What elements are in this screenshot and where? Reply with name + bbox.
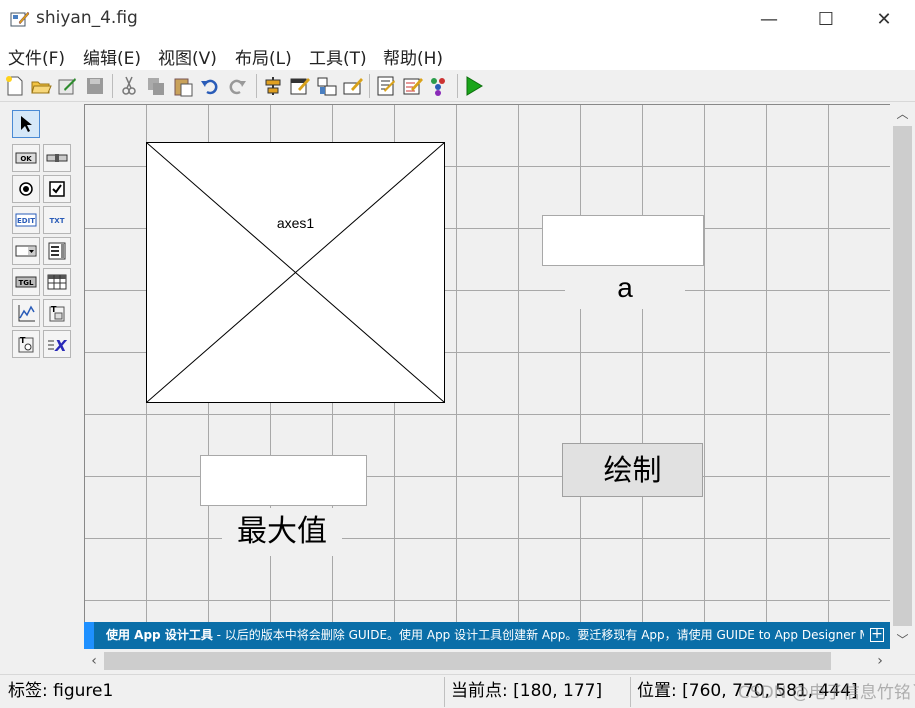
toolbar (0, 70, 915, 102)
window-title: shiyan_4.fig (36, 8, 138, 28)
toolbar-separator (256, 74, 257, 98)
menu-file[interactable]: 文件(F) (8, 44, 65, 69)
table-icon[interactable] (43, 268, 71, 296)
close-button[interactable]: ✕ (855, 0, 913, 38)
property-inspector-icon[interactable] (402, 75, 424, 97)
csdn-watermark: CSDN @电子信息竹铭丫 (738, 683, 915, 703)
toolbar-separator (112, 74, 113, 98)
push-button-label: OK (20, 155, 32, 163)
minimize-icon: — (760, 8, 778, 30)
guide-fig-icon (10, 10, 30, 28)
draw-button[interactable]: 绘制 (562, 443, 703, 497)
panel-icon[interactable]: T (43, 299, 71, 327)
status-current-point: 当前点: [180, 177] (451, 681, 603, 701)
horizontal-scrollbar[interactable]: ‹ › (84, 650, 890, 672)
listbox-icon[interactable] (43, 237, 71, 265)
vertical-scroll-thumb[interactable] (893, 126, 912, 626)
cut-icon[interactable] (118, 75, 140, 97)
expand-icon[interactable]: + (870, 627, 884, 642)
horizontal-scroll-thumb[interactable] (104, 652, 831, 670)
edit-a-field[interactable] (542, 215, 704, 266)
redo-icon[interactable] (226, 75, 248, 97)
scroll-down-icon[interactable]: ﹀ (890, 630, 915, 650)
axes-icon[interactable] (12, 299, 40, 327)
undo-icon[interactable] (199, 75, 221, 97)
activex-icon[interactable]: X (43, 330, 71, 358)
align-icon[interactable] (262, 75, 284, 97)
copy-icon[interactable] (145, 75, 167, 97)
toolbar-editor-icon[interactable] (342, 75, 364, 97)
close-icon: ✕ (876, 8, 892, 30)
maximize-button[interactable]: ☐ (797, 0, 855, 38)
run-icon[interactable] (463, 75, 485, 97)
menu-edit[interactable]: 编辑(E) (83, 44, 141, 69)
status-divider (630, 677, 631, 707)
open-folder-icon[interactable] (30, 75, 52, 97)
button-group-icon[interactable]: T (12, 330, 40, 358)
banner-bold-text: 使用 App 设计工具 (106, 628, 213, 642)
popup-menu-icon[interactable] (12, 237, 40, 265)
save-disabled-icon[interactable] (84, 75, 106, 97)
text-max-label[interactable]: 最大值 (222, 508, 342, 556)
radio-button-icon[interactable] (12, 175, 40, 203)
status-divider (444, 677, 445, 707)
menu-editor-icon[interactable] (289, 75, 311, 97)
status-tag: 标签: figure1 (8, 681, 114, 701)
guide-deprecation-banner: 使用 App 设计工具 - 以后的版本中将会删除 GUIDE。使用 App 设计… (84, 622, 890, 649)
new-file-icon[interactable] (4, 75, 26, 97)
slider-icon[interactable] (43, 144, 71, 172)
menu-layout[interactable]: 布局(L) (235, 44, 292, 69)
toolbar-separator (369, 74, 370, 98)
toggle-button-icon[interactable]: TGL (12, 268, 40, 296)
axes-label: axes1 (276, 215, 315, 231)
vertical-scrollbar[interactable]: ︿ ﹀ (890, 104, 915, 650)
minimize-button[interactable]: — (740, 0, 798, 38)
design-canvas[interactable]: axes1 a 最大值 绘制 (84, 104, 890, 622)
static-text-label: TXT (50, 217, 65, 225)
toggle-button-label: TGL (19, 279, 35, 287)
scroll-right-icon[interactable]: › (870, 650, 890, 672)
save-icon[interactable] (56, 75, 78, 97)
axes1[interactable]: axes1 (146, 142, 445, 403)
scroll-up-icon[interactable]: ︿ (890, 104, 915, 124)
svg-text:T: T (20, 336, 26, 345)
banner-text: 使用 App 设计工具 - 以后的版本中将会删除 GUIDE。使用 App 设计… (106, 622, 864, 649)
svg-text:X: X (54, 337, 68, 353)
banner-accent (84, 622, 94, 649)
maximize-icon: ☐ (817, 8, 835, 30)
tab-order-icon[interactable] (316, 75, 338, 97)
menu-help[interactable]: 帮助(H) (383, 44, 443, 69)
banner-body-text: - 以后的版本中将会删除 GUIDE。使用 App 设计工具创建新 App。要迁… (212, 628, 864, 642)
component-palette: OK EDIT TXT TGL T T X (0, 102, 84, 650)
edit-text-icon[interactable]: EDIT (12, 206, 40, 234)
text-a-label[interactable]: a (565, 266, 685, 309)
object-browser-icon[interactable] (428, 75, 450, 97)
title-bar: shiyan_4.fig — ☐ ✕ (0, 0, 915, 38)
static-text-icon[interactable]: TXT (43, 206, 71, 234)
menu-tools[interactable]: 工具(T) (309, 44, 367, 69)
checkbox-icon[interactable] (43, 175, 71, 203)
edit-text-label: EDIT (17, 217, 35, 225)
toolbar-separator (457, 74, 458, 98)
editor-icon[interactable] (375, 75, 397, 97)
scroll-left-icon[interactable]: ‹ (84, 650, 104, 672)
menu-view[interactable]: 视图(V) (158, 44, 217, 69)
push-button-icon[interactable]: OK (12, 144, 40, 172)
menu-bar: 文件(F) 编辑(E) 视图(V) 布局(L) 工具(T) 帮助(H) (0, 38, 915, 70)
edit-max-field[interactable] (200, 455, 367, 506)
paste-icon[interactable] (172, 75, 194, 97)
select-arrow-icon[interactable] (12, 110, 40, 138)
